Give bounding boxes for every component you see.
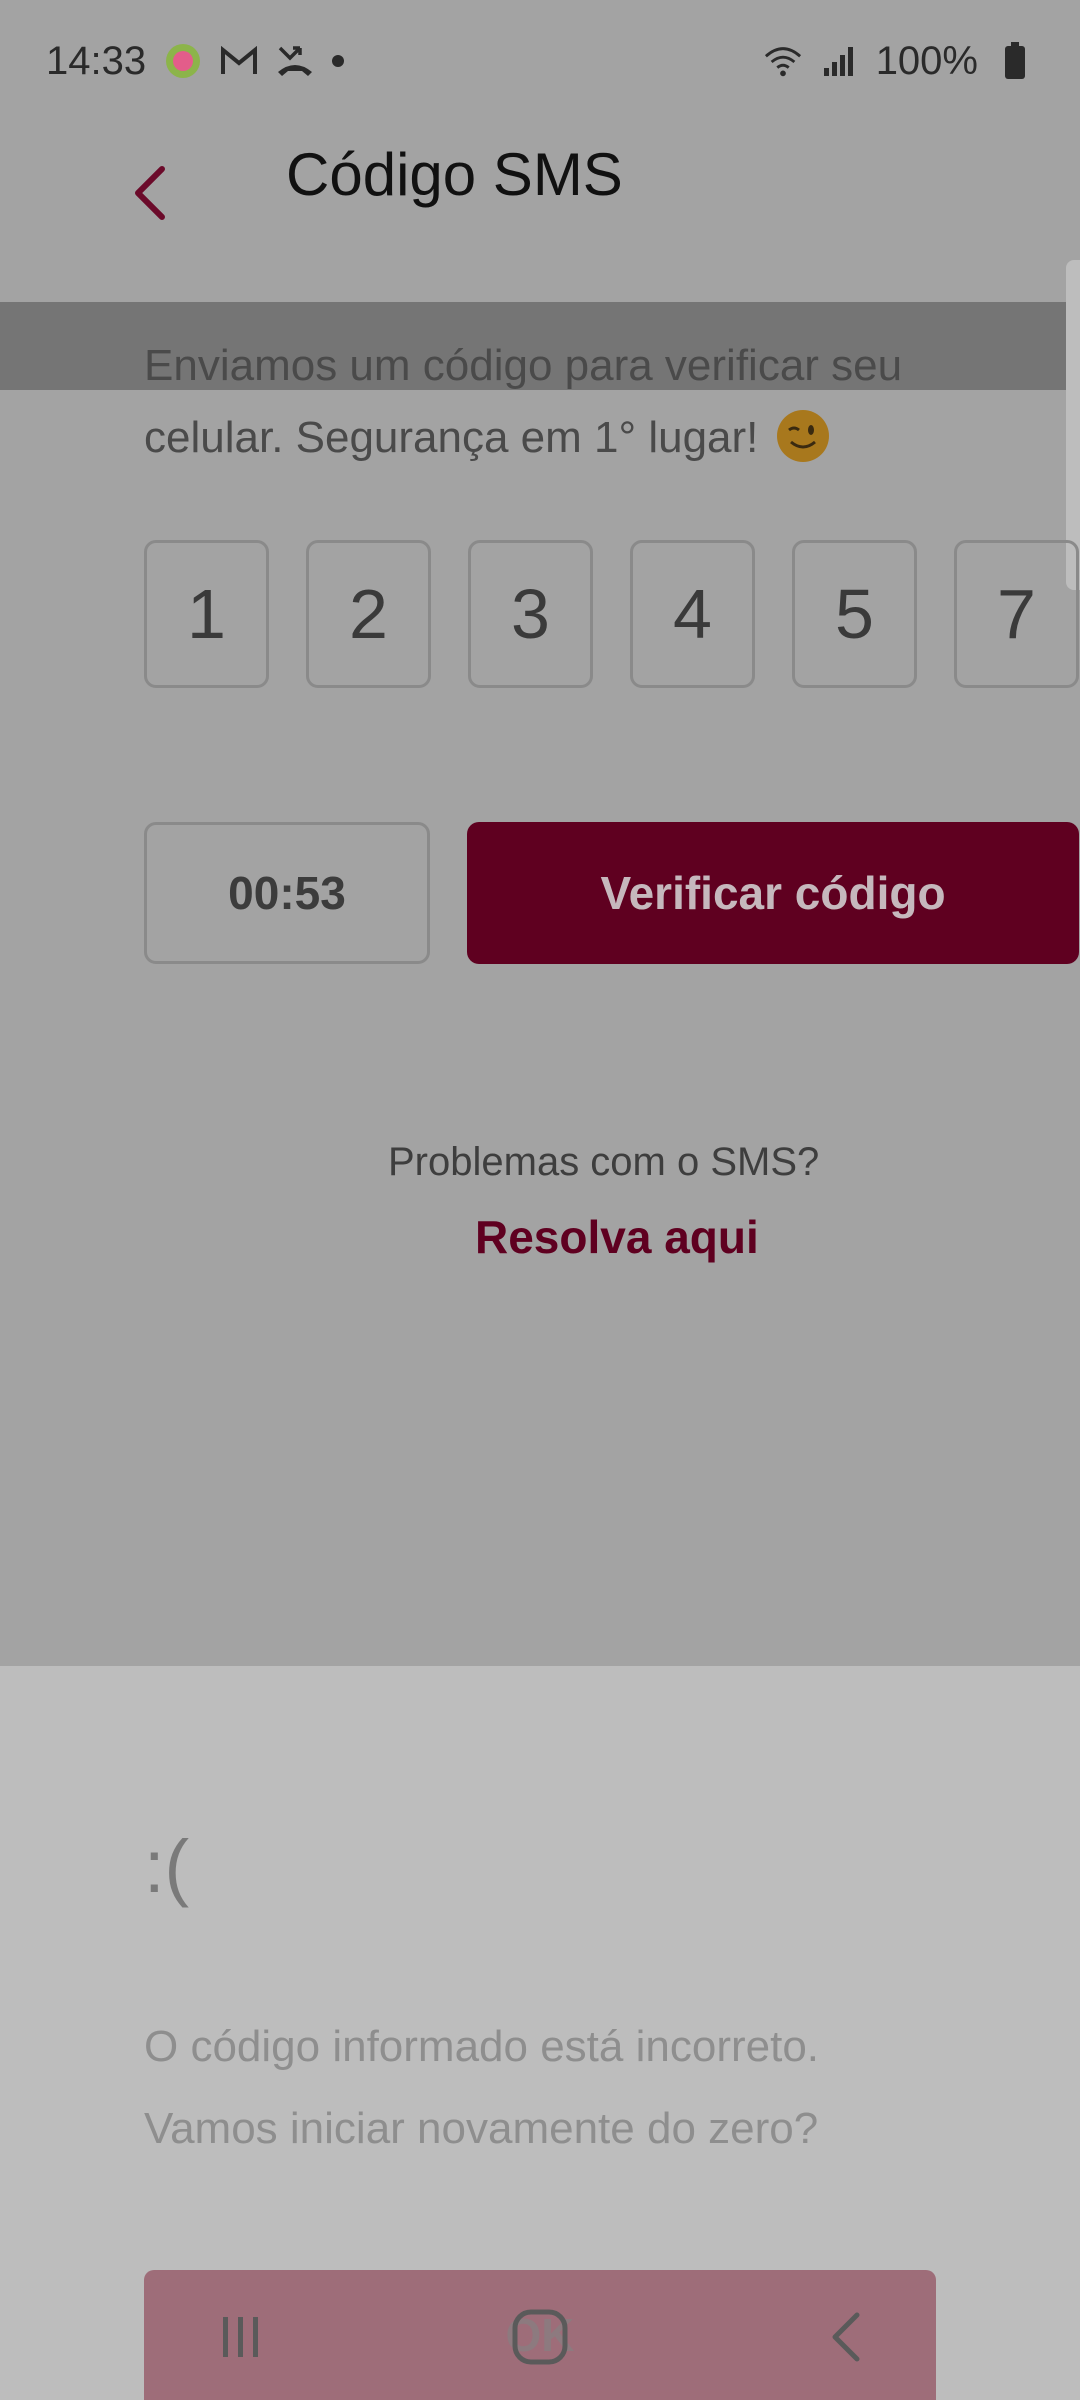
chevron-left-icon bbox=[135, 166, 165, 220]
home-button[interactable] bbox=[505, 2302, 575, 2372]
notification-dot bbox=[332, 55, 345, 67]
code-digit-4[interactable]: 4 bbox=[630, 540, 755, 688]
resolve-link[interactable]: Resolva aqui bbox=[475, 1210, 759, 1264]
code-digit-2[interactable]: 2 bbox=[306, 540, 431, 688]
error-line-2: Vamos iniciar novamente do zero? bbox=[144, 2104, 819, 2153]
error-line-1: O código informado está incorreto. bbox=[144, 2022, 820, 2071]
winking-face-icon bbox=[776, 410, 829, 462]
code-input-group: 1 2 3 4 5 7 bbox=[144, 540, 1079, 688]
app-bar: Código SMS bbox=[0, 122, 1080, 302]
intro-text: Enviamos um código para verificar seu ce… bbox=[144, 330, 1004, 474]
nav-back-button[interactable] bbox=[812, 2302, 882, 2372]
back-button[interactable] bbox=[120, 152, 180, 234]
error-message: O código informado está incorreto. Vamos… bbox=[144, 2006, 1004, 2170]
code-digit-6[interactable]: 7 bbox=[954, 540, 1079, 688]
status-left: 14:33 bbox=[46, 38, 345, 84]
recents-button[interactable] bbox=[206, 2302, 276, 2372]
sms-help-question: Problemas com o SMS? bbox=[388, 1140, 820, 1184]
code-digit-1[interactable]: 1 bbox=[144, 540, 269, 688]
status-time: 14:33 bbox=[46, 38, 147, 83]
code-digit-5[interactable]: 5 bbox=[792, 540, 917, 688]
page-title: Código SMS bbox=[286, 141, 623, 208]
verify-code-button[interactable]: Verificar código bbox=[467, 822, 1079, 964]
wifi-icon bbox=[764, 42, 802, 80]
code-digit-3[interactable]: 3 bbox=[468, 540, 593, 688]
aleloapp-icon bbox=[164, 42, 202, 80]
status-right: 100% bbox=[764, 39, 1034, 84]
gmail-icon bbox=[220, 42, 258, 80]
battery-percent: 100% bbox=[875, 38, 978, 83]
home-icon bbox=[512, 2309, 568, 2365]
countdown-timer: 00:53 bbox=[144, 822, 430, 964]
recents-icon bbox=[223, 2317, 258, 2357]
back-icon bbox=[832, 2312, 860, 2362]
status-bar: 14:33 100% bbox=[0, 0, 1080, 122]
missed-call-icon bbox=[276, 42, 314, 80]
sad-face-icon: :( bbox=[144, 1825, 190, 1908]
signal-icon bbox=[820, 42, 858, 80]
system-nav-bar bbox=[0, 2254, 1080, 2400]
battery-icon bbox=[996, 42, 1034, 80]
